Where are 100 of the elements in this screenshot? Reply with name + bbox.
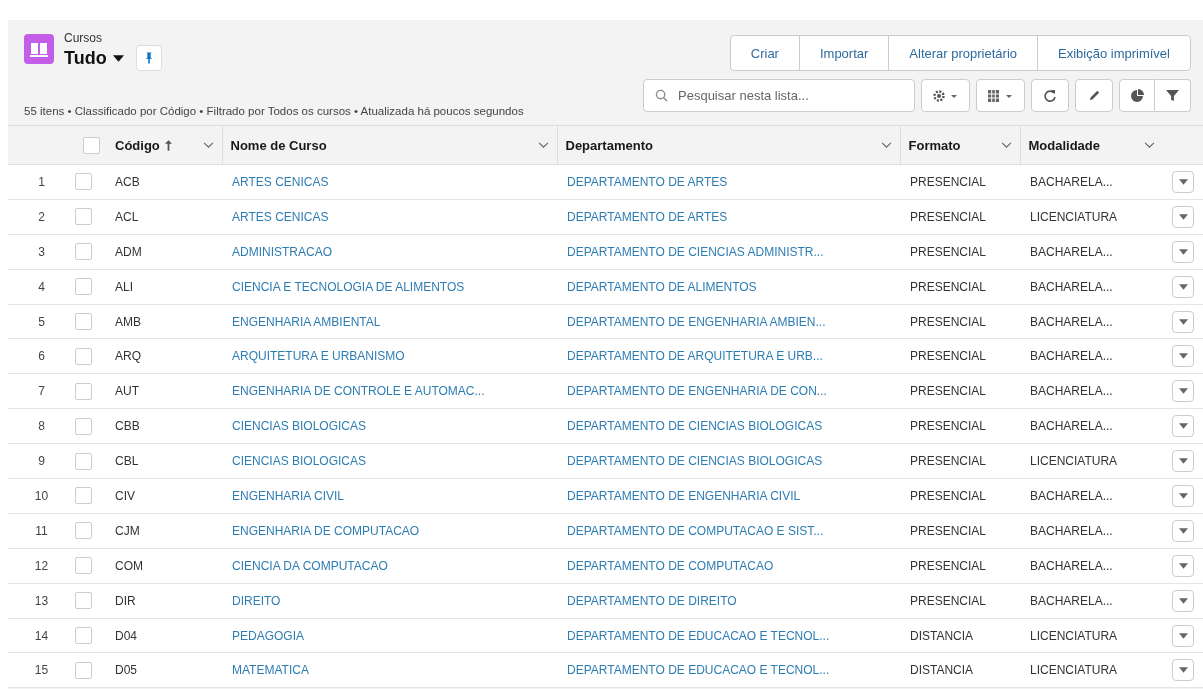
- row-checkbox[interactable]: [75, 452, 92, 470]
- record-link[interactable]: ARTES CENICAS: [232, 174, 329, 189]
- record-link[interactable]: CIENCIA E TECNOLOGIA DE ALIMENTOS: [232, 279, 465, 294]
- row-actions-button[interactable]: [1172, 345, 1194, 368]
- table-cell: BACHARELA...: [1030, 174, 1113, 189]
- record-link[interactable]: DEPARTAMENTO DE ARTES: [567, 174, 728, 189]
- record-link[interactable]: DIREITO: [232, 593, 281, 608]
- record-link[interactable]: DEPARTAMENTO DE CIENCIAS ADMINISTR...: [567, 244, 824, 259]
- table-cell: COM: [115, 558, 143, 573]
- row-checkbox[interactable]: [75, 382, 92, 400]
- column-header[interactable]: Modalidade: [1020, 125, 1163, 165]
- record-link[interactable]: DEPARTAMENTO DE ENGENHARIA DE CON...: [567, 384, 827, 399]
- row-checkbox[interactable]: [75, 313, 92, 330]
- record-link[interactable]: DEPARTAMENTO DE COMPUTACAO: [567, 558, 774, 573]
- record-link[interactable]: DEPARTAMENTO DE ENGENHARIA AMBIEN...: [567, 314, 826, 329]
- caret-icon: [1178, 527, 1188, 534]
- row-actions-button[interactable]: [1172, 589, 1194, 612]
- row-actions-button[interactable]: [1172, 275, 1194, 298]
- column-header[interactable]: Código: [107, 125, 222, 165]
- caret-icon: [1178, 388, 1188, 395]
- record-link[interactable]: CIENCIAS BIOLOGICAS: [232, 454, 367, 469]
- chevron-down-icon[interactable]: [880, 141, 892, 149]
- record-link[interactable]: DEPARTAMENTO DE ARQUITETURA E URB...: [567, 349, 823, 364]
- caret-icon: [1178, 248, 1188, 255]
- record-link[interactable]: ARQUITETURA E URBANISMO: [232, 349, 405, 364]
- record-link[interactable]: MATEMATICA: [232, 663, 309, 678]
- row-actions-button[interactable]: [1172, 484, 1194, 507]
- filter-button[interactable]: [1155, 79, 1191, 112]
- column-header[interactable]: Formato: [900, 125, 1020, 165]
- chevron-down-icon[interactable]: [1144, 141, 1155, 149]
- record-link[interactable]: DEPARTAMENTO DE EDUCACAO E TECNOL...: [567, 628, 830, 643]
- caret-icon: [112, 54, 124, 62]
- column-header[interactable]: Nome de Curso: [222, 125, 557, 165]
- row-checkbox[interactable]: [75, 208, 92, 226]
- record-link[interactable]: CIENCIA DA COMPUTACAO: [232, 558, 388, 573]
- row-actions-button[interactable]: [1172, 310, 1194, 333]
- row-actions-button[interactable]: [1172, 240, 1194, 263]
- table-cell: ALI: [115, 279, 133, 294]
- action-button[interactable]: Alterar proprietário: [888, 36, 1037, 70]
- row-actions-button[interactable]: [1172, 170, 1194, 193]
- row-checkbox[interactable]: [75, 487, 92, 505]
- table-cell: PRESENCIAL: [910, 209, 987, 224]
- action-button[interactable]: Criar: [730, 36, 799, 70]
- refresh-button[interactable]: [1031, 79, 1069, 112]
- chevron-down-icon[interactable]: [202, 141, 214, 149]
- row-checkbox[interactable]: [75, 243, 92, 261]
- record-link[interactable]: ENGENHARIA CIVIL: [232, 488, 345, 503]
- record-link[interactable]: ENGENHARIA DE CONTROLE E AUTOMAC...: [232, 384, 485, 399]
- table-cell: BACHARELA...: [1030, 523, 1113, 538]
- caret-icon: [1178, 667, 1188, 674]
- record-link[interactable]: DEPARTAMENTO DE ENGENHARIA CIVIL: [567, 488, 801, 503]
- row-actions-button[interactable]: [1172, 554, 1194, 577]
- table-cell: DISTANCIA: [910, 628, 974, 643]
- table-view-button[interactable]: [976, 79, 1025, 112]
- row-checkbox[interactable]: [75, 278, 92, 296]
- table-cell: LICENCIATURA: [1030, 628, 1118, 643]
- table-cell: LICENCIATURA: [1030, 454, 1118, 469]
- chevron-down-icon[interactable]: [1000, 141, 1012, 149]
- row-checkbox[interactable]: [75, 173, 92, 191]
- action-button[interactable]: Exibição imprimível: [1037, 36, 1190, 70]
- record-link[interactable]: ARTES CENICAS: [232, 209, 329, 224]
- row-actions-button[interactable]: [1172, 450, 1194, 473]
- row-actions-button[interactable]: [1172, 519, 1194, 542]
- record-link[interactable]: DEPARTAMENTO DE COMPUTACAO E SIST...: [567, 523, 824, 538]
- row-checkbox[interactable]: [75, 557, 92, 575]
- row-actions-button[interactable]: [1172, 205, 1194, 228]
- row-actions-button[interactable]: [1172, 415, 1194, 438]
- record-link[interactable]: CIENCIAS BIOLOGICAS: [232, 419, 367, 434]
- settings-button[interactable]: [921, 79, 970, 112]
- row-actions-button[interactable]: [1172, 624, 1194, 647]
- row-checkbox[interactable]: [75, 522, 92, 540]
- action-button[interactable]: Importar: [798, 36, 889, 70]
- row-checkbox[interactable]: [75, 417, 92, 435]
- select-all-checkbox[interactable]: [82, 136, 100, 154]
- search-field[interactable]: Pesquisar nesta lista...: [643, 79, 915, 112]
- list-view-selector[interactable]: Tudo: [64, 47, 124, 69]
- record-link[interactable]: DEPARTAMENTO DE EDUCACAO E TECNOL...: [567, 663, 830, 678]
- record-link[interactable]: DEPARTAMENTO DE ALIMENTOS: [567, 279, 757, 294]
- record-link[interactable]: PEDAGOGIA: [232, 628, 305, 643]
- record-link[interactable]: ADMINISTRACAO: [232, 244, 332, 259]
- column-header[interactable]: Departamento: [557, 125, 900, 165]
- caret-icon: [1178, 318, 1188, 325]
- table-cell: BACHARELA...: [1030, 279, 1113, 294]
- row-checkbox[interactable]: [75, 661, 92, 679]
- row-actions-button[interactable]: [1172, 659, 1194, 682]
- table-cell: BACHARELA...: [1030, 349, 1113, 364]
- chart-button[interactable]: [1119, 79, 1155, 112]
- pin-button[interactable]: [135, 45, 162, 71]
- row-actions-button[interactable]: [1172, 380, 1194, 403]
- chevron-down-icon[interactable]: [537, 141, 549, 149]
- record-link[interactable]: DEPARTAMENTO DE ARTES: [567, 209, 728, 224]
- record-link[interactable]: DEPARTAMENTO DE DIREITO: [567, 593, 737, 608]
- record-link[interactable]: ENGENHARIA DE COMPUTACAO: [232, 523, 420, 538]
- row-checkbox[interactable]: [75, 347, 92, 365]
- row-checkbox[interactable]: [75, 592, 92, 610]
- record-link[interactable]: DEPARTAMENTO DE CIENCIAS BIOLOGICAS: [567, 454, 823, 469]
- record-link[interactable]: DEPARTAMENTO DE CIENCIAS BIOLOGICAS: [567, 419, 823, 434]
- table-cell: CBL: [115, 454, 139, 469]
- record-link[interactable]: ENGENHARIA AMBIENTAL: [232, 314, 381, 329]
- row-checkbox[interactable]: [75, 627, 92, 644]
